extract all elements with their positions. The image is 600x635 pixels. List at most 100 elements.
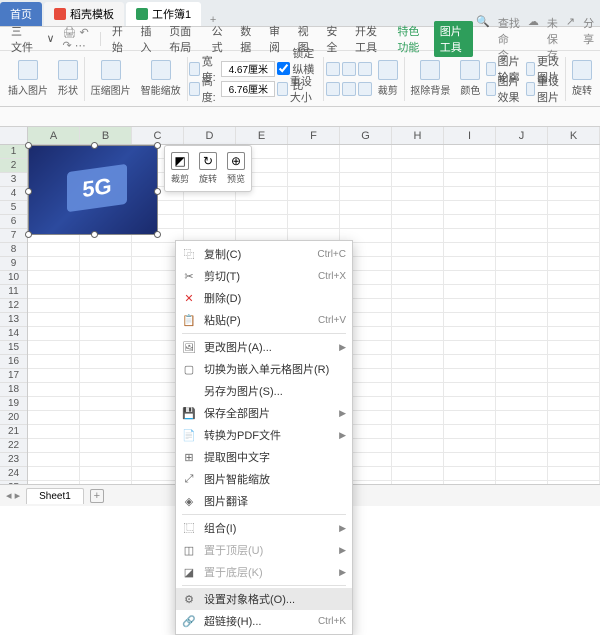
row-header[interactable]: 7 bbox=[0, 229, 27, 243]
row-header[interactable]: 21 bbox=[0, 425, 27, 439]
sheet-nav[interactable]: ◂ ▸ bbox=[6, 489, 20, 502]
col-header[interactable]: E bbox=[236, 127, 288, 144]
gallery-icon[interactable] bbox=[326, 62, 340, 76]
col-header[interactable]: D bbox=[184, 127, 236, 144]
col-header[interactable]: H bbox=[392, 127, 444, 144]
ribbon-tab[interactable]: 开发工具 bbox=[349, 21, 388, 57]
rotate-button[interactable]: 旋转 bbox=[568, 60, 596, 97]
sheet-tab[interactable]: Sheet1 bbox=[26, 488, 84, 504]
remove-bg-button[interactable]: 抠除背景 bbox=[406, 60, 454, 97]
ribbon-tab[interactable]: 数据 bbox=[234, 21, 260, 57]
row-header[interactable]: 8 bbox=[0, 243, 27, 257]
float-rotate-button[interactable]: ↻旋转 bbox=[197, 150, 219, 187]
gallery-icon[interactable] bbox=[326, 82, 340, 96]
gallery-icon[interactable] bbox=[342, 62, 356, 76]
row-header[interactable]: 23 bbox=[0, 453, 27, 467]
reset-pic-button[interactable]: 重设图片 bbox=[526, 80, 564, 98]
resize-handle[interactable] bbox=[91, 231, 98, 238]
col-header[interactable]: A bbox=[28, 127, 80, 144]
row-header[interactable]: 13 bbox=[0, 313, 27, 327]
selected-image[interactable]: 5G bbox=[28, 145, 158, 235]
row-header[interactable]: 18 bbox=[0, 383, 27, 397]
ribbon-tab[interactable]: 审阅 bbox=[263, 21, 289, 57]
resize-handle[interactable] bbox=[154, 142, 161, 149]
select-all-corner[interactable] bbox=[0, 127, 28, 144]
crop-button[interactable]: 裁剪 bbox=[374, 60, 402, 97]
row-header[interactable]: 10 bbox=[0, 271, 27, 285]
context-menu-item[interactable]: ▢切换为嵌入单元格图片(R) bbox=[176, 358, 352, 380]
row-header[interactable]: 24 bbox=[0, 467, 27, 481]
ribbon-tab[interactable]: 插入 bbox=[135, 21, 161, 57]
cells-area[interactable]: 5G ◩裁剪 ↻旋转 ⊕预览 ⿻复制(C)Ctrl+C✂剪切(T)Ctrl+X✕… bbox=[28, 145, 600, 495]
file-arrow-icon[interactable]: ∨ bbox=[41, 30, 59, 47]
col-header[interactable]: G bbox=[340, 127, 392, 144]
context-menu-item[interactable]: 另存为图片(S)... bbox=[176, 380, 352, 402]
ribbon-tab[interactable]: 特色功能 bbox=[391, 21, 430, 57]
row-header[interactable]: 22 bbox=[0, 439, 27, 453]
context-menu-item[interactable]: ⚙设置对象格式(O)... bbox=[176, 588, 352, 610]
insert-picture-button[interactable]: 插入图片 bbox=[4, 60, 52, 97]
gallery-icon[interactable] bbox=[358, 82, 372, 96]
ribbon-tab[interactable]: 公式 bbox=[206, 21, 232, 57]
row-header[interactable]: 3 bbox=[0, 173, 27, 187]
row-header[interactable]: 4 bbox=[0, 187, 27, 201]
context-menu-item[interactable]: 📄转换为PDF文件▶ bbox=[176, 424, 352, 446]
row-header[interactable]: 6 bbox=[0, 215, 27, 229]
context-menu-item[interactable]: ✕删除(D) bbox=[176, 287, 352, 309]
col-header[interactable]: J bbox=[496, 127, 548, 144]
ribbon-tab[interactable]: 页面布局 bbox=[163, 21, 202, 57]
share-icon[interactable]: ↗ bbox=[566, 15, 575, 63]
search-icon[interactable]: 🔍 bbox=[476, 15, 490, 63]
row-header[interactable]: 11 bbox=[0, 285, 27, 299]
context-menu-item[interactable]: ⿻复制(C)Ctrl+C bbox=[176, 243, 352, 265]
context-menu-item[interactable]: ◈图片翻译 bbox=[176, 490, 352, 512]
col-header[interactable]: I bbox=[444, 127, 496, 144]
height-input[interactable] bbox=[221, 81, 275, 97]
context-menu-item[interactable]: ⊞提取图中文字 bbox=[176, 446, 352, 468]
context-menu-item[interactable]: 📋粘贴(P)Ctrl+V bbox=[176, 309, 352, 331]
ribbon-tab[interactable]: 安全 bbox=[320, 21, 346, 57]
row-header[interactable]: 12 bbox=[0, 299, 27, 313]
context-menu-item[interactable]: ⿺组合(I)▶ bbox=[176, 517, 352, 539]
row-header[interactable]: 16 bbox=[0, 355, 27, 369]
resize-handle[interactable] bbox=[25, 142, 32, 149]
effect-button[interactable]: 图片效果 bbox=[486, 80, 524, 98]
col-header[interactable]: F bbox=[288, 127, 340, 144]
resize-handle[interactable] bbox=[154, 188, 161, 195]
context-menu-item[interactable]: 🖼更改图片(A)...▶ bbox=[176, 336, 352, 358]
row-header[interactable]: 15 bbox=[0, 341, 27, 355]
context-menu-item[interactable]: ✂剪切(T)Ctrl+X bbox=[176, 265, 352, 287]
gallery-icon[interactable] bbox=[358, 62, 372, 76]
float-crop-button[interactable]: ◩裁剪 bbox=[169, 150, 191, 187]
row-header[interactable]: 5 bbox=[0, 201, 27, 215]
row-header[interactable]: 2 bbox=[0, 159, 27, 173]
row-header[interactable]: 17 bbox=[0, 369, 27, 383]
resize-handle[interactable] bbox=[91, 142, 98, 149]
context-menu-item[interactable]: ⤢图片智能缩放 bbox=[176, 468, 352, 490]
gallery-icon[interactable] bbox=[342, 82, 356, 96]
resize-handle[interactable] bbox=[154, 231, 161, 238]
row-header[interactable]: 19 bbox=[0, 397, 27, 411]
add-sheet-button[interactable]: + bbox=[90, 489, 104, 503]
reset-size-button[interactable]: 重设大小 bbox=[277, 80, 321, 98]
shapes-button[interactable]: 形状 bbox=[54, 60, 82, 97]
menu-icon bbox=[182, 384, 196, 398]
context-menu-item[interactable]: 🔗超链接(H)...Ctrl+K bbox=[176, 610, 352, 632]
row-header[interactable]: 20 bbox=[0, 411, 27, 425]
row-header[interactable]: 9 bbox=[0, 257, 27, 271]
ribbon-tab[interactable]: 开始 bbox=[106, 21, 132, 57]
col-header[interactable]: B bbox=[80, 127, 132, 144]
width-input[interactable] bbox=[221, 61, 275, 77]
col-header[interactable]: K bbox=[548, 127, 600, 144]
resize-handle[interactable] bbox=[25, 231, 32, 238]
file-menu[interactable]: 三 文件 bbox=[6, 21, 38, 57]
float-preview-button[interactable]: ⊕预览 bbox=[225, 150, 247, 187]
context-menu-item[interactable]: 💾保存全部图片▶ bbox=[176, 402, 352, 424]
compress-button[interactable]: 压缩图片 bbox=[87, 60, 135, 97]
row-header[interactable]: 1 bbox=[0, 145, 27, 159]
color-button[interactable]: 颜色 bbox=[456, 60, 484, 97]
resize-handle[interactable] bbox=[25, 188, 32, 195]
row-header[interactable]: 14 bbox=[0, 327, 27, 341]
smart-scale-button[interactable]: 智能缩放 bbox=[137, 60, 185, 97]
ribbon-tab-picture-tools[interactable]: 图片工具 bbox=[434, 21, 473, 57]
